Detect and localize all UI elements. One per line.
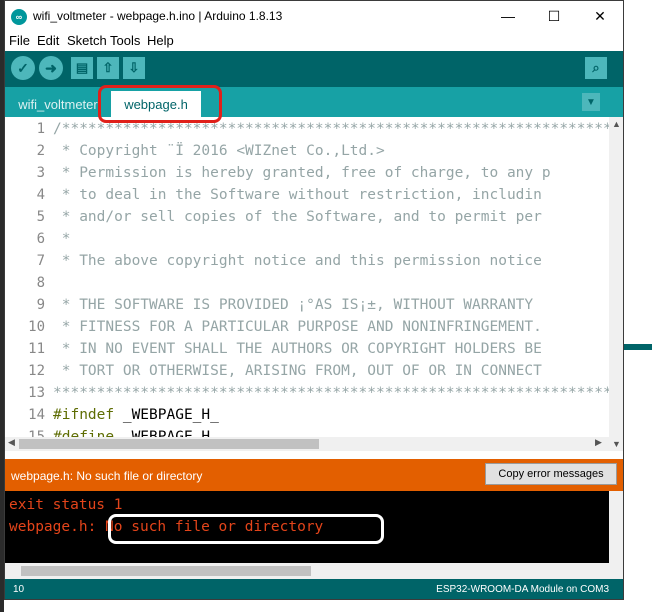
- code-text: * TORT OR OTHERWISE, ARISING FROM, OUT O…: [53, 363, 542, 379]
- menu-help[interactable]: Help: [147, 33, 174, 48]
- code-text: * to deal in the Software without restri…: [53, 187, 542, 203]
- maximize-button[interactable]: ☐: [531, 1, 577, 31]
- toolbar: ✓ ➜ ▤ ⇧ ⇩ ⌕: [5, 51, 623, 87]
- line-number-indicator: 10: [13, 584, 25, 595]
- line-number: 3: [36, 165, 45, 181]
- code-text: #ifndef _WEBPAGE_H_: [53, 407, 219, 423]
- serial-monitor-icon[interactable]: ⌕: [585, 57, 607, 79]
- code-line[interactable]: 10 * FITNESS FOR A PARTICULAR PURPOSE AN…: [5, 319, 609, 341]
- scroll-up-icon[interactable]: ▲: [612, 119, 621, 129]
- window-title: wifi_voltmeter - webpage.h.ino | Arduino…: [33, 9, 283, 23]
- code-line[interactable]: 3 * Permission is hereby granted, free o…: [5, 165, 609, 187]
- menu-tools[interactable]: Tools: [110, 33, 140, 48]
- directive-argument: _WEBPAGE_H_: [114, 407, 219, 423]
- menu-edit[interactable]: Edit: [37, 33, 59, 48]
- tab-menu-chevron-icon[interactable]: ▼: [582, 93, 600, 111]
- code-text: * THE SOFTWARE IS PROVIDED ¡°AS IS¡±, WI…: [53, 297, 534, 313]
- line-number: 15: [28, 429, 45, 437]
- code-text: * IN NO EVENT SHALL THE AUTHORS OR COPYR…: [53, 341, 542, 357]
- open-icon[interactable]: ⇧: [97, 57, 119, 79]
- code-text: #define _WEBPAGE_H_: [53, 429, 219, 437]
- line-number: 8: [36, 275, 45, 291]
- scroll-left-icon[interactable]: ◀: [8, 437, 15, 448]
- console-filename: webpage.h:: [9, 519, 97, 535]
- arduino-logo-icon: ∞: [11, 9, 27, 25]
- code-text: * Copyright ¨Ï 2016 <WIZnet Co.,Ltd.>: [53, 143, 385, 159]
- code-line[interactable]: 6 *: [5, 231, 609, 253]
- code-line[interactable]: 11 * IN NO EVENT SHALL THE AUTHORS OR CO…: [5, 341, 609, 363]
- line-number: 12: [28, 363, 45, 379]
- code-line[interactable]: 7 * The above copyright notice and this …: [5, 253, 609, 275]
- console-vertical-scrollbar[interactable]: [609, 491, 623, 563]
- code-line[interactable]: 8: [5, 275, 609, 297]
- line-number: 2: [36, 143, 45, 159]
- code-text: /***************************************…: [53, 121, 609, 137]
- scroll-right-icon[interactable]: ▶: [595, 437, 602, 448]
- copy-error-messages-button[interactable]: Copy error messages: [485, 463, 617, 485]
- code-line[interactable]: 4 * to deal in the Software without rest…: [5, 187, 609, 209]
- code-line[interactable]: 13 **************************************…: [5, 385, 609, 407]
- line-number: 5: [36, 209, 45, 225]
- line-number: 7: [36, 253, 45, 269]
- code-line[interactable]: 5 * and/or sell copies of the Software, …: [5, 209, 609, 231]
- menu-file[interactable]: File: [9, 33, 30, 48]
- preprocessor-directive: #ifndef: [53, 407, 115, 423]
- editor-vertical-scrollbar[interactable]: ▲ ▼: [609, 117, 623, 451]
- code-text: * FITNESS FOR A PARTICULAR PURPOSE AND N…: [53, 319, 542, 335]
- line-number: 9: [36, 297, 45, 313]
- footer-status-bar: 10 ESP32-WROOM-DA Module on COM3: [5, 579, 623, 599]
- error-status-bar: webpage.h: No such file or directory Cop…: [5, 459, 623, 491]
- line-number: 1: [36, 121, 45, 137]
- directive-argument: _WEBPAGE_H_: [114, 429, 219, 437]
- background-page-strip: [624, 0, 652, 612]
- code-text: * and/or sell copies of the Software, an…: [53, 209, 542, 225]
- code-text: * The above copyright notice and this pe…: [53, 253, 542, 269]
- editor-horizontal-scrollbar[interactable]: ◀ ▶: [5, 437, 609, 451]
- white-highlight-annotation: [108, 514, 384, 544]
- red-highlight-annotation: [98, 85, 222, 123]
- status-message: webpage.h: No such file or directory: [11, 469, 203, 483]
- code-line[interactable]: 9 * THE SOFTWARE IS PROVIDED ¡°AS IS¡±, …: [5, 297, 609, 319]
- preprocessor-directive: #define: [53, 429, 115, 437]
- scroll-down-icon[interactable]: ▼: [612, 439, 621, 449]
- code-text: ****************************************…: [53, 385, 609, 401]
- menu-bar: File Edit Sketch Tools Help: [5, 31, 623, 51]
- board-port-indicator: ESP32-WROOM-DA Module on COM3: [436, 584, 609, 595]
- line-number: 11: [28, 341, 45, 357]
- code-line[interactable]: 12 * TORT OR OTHERWISE, ARISING FROM, OU…: [5, 363, 609, 385]
- tab-wifi-voltmeter[interactable]: wifi_voltmeter: [11, 91, 105, 117]
- code-text: *: [53, 231, 71, 247]
- code-line[interactable]: 15 #define _WEBPAGE_H_: [5, 429, 609, 437]
- line-number: 10: [28, 319, 45, 335]
- scroll-thumb[interactable]: [19, 439, 319, 449]
- console-line: exit status 1: [9, 497, 123, 513]
- background-divider: [624, 344, 652, 350]
- verify-icon[interactable]: ✓: [11, 56, 35, 80]
- minimize-button[interactable]: —: [485, 1, 531, 31]
- arduino-ide-window: ∞ wifi_voltmeter - webpage.h.ino | Ardui…: [4, 0, 624, 600]
- upload-icon[interactable]: ➜: [39, 56, 63, 80]
- menu-sketch[interactable]: Sketch: [67, 33, 107, 48]
- code-text: * Permission is hereby granted, free of …: [53, 165, 551, 181]
- code-line[interactable]: 1 /**************************************…: [5, 121, 609, 143]
- close-button[interactable]: ✕: [577, 1, 623, 31]
- new-icon[interactable]: ▤: [71, 57, 93, 79]
- title-bar: ∞ wifi_voltmeter - webpage.h.ino | Ardui…: [5, 1, 623, 31]
- code-editor[interactable]: 1 /**************************************…: [5, 117, 609, 437]
- line-number: 13: [28, 385, 45, 401]
- code-line[interactable]: 14 #ifndef _WEBPAGE_H_: [5, 407, 609, 429]
- line-number: 4: [36, 187, 45, 203]
- console-horizontal-scrollbar[interactable]: [5, 563, 623, 579]
- code-line[interactable]: 2 * Copyright ¨Ï 2016 <WIZnet Co.,Ltd.>: [5, 143, 609, 165]
- line-number: 6: [36, 231, 45, 247]
- scroll-thumb[interactable]: [21, 566, 311, 576]
- line-number: 14: [28, 407, 45, 423]
- save-icon[interactable]: ⇩: [123, 57, 145, 79]
